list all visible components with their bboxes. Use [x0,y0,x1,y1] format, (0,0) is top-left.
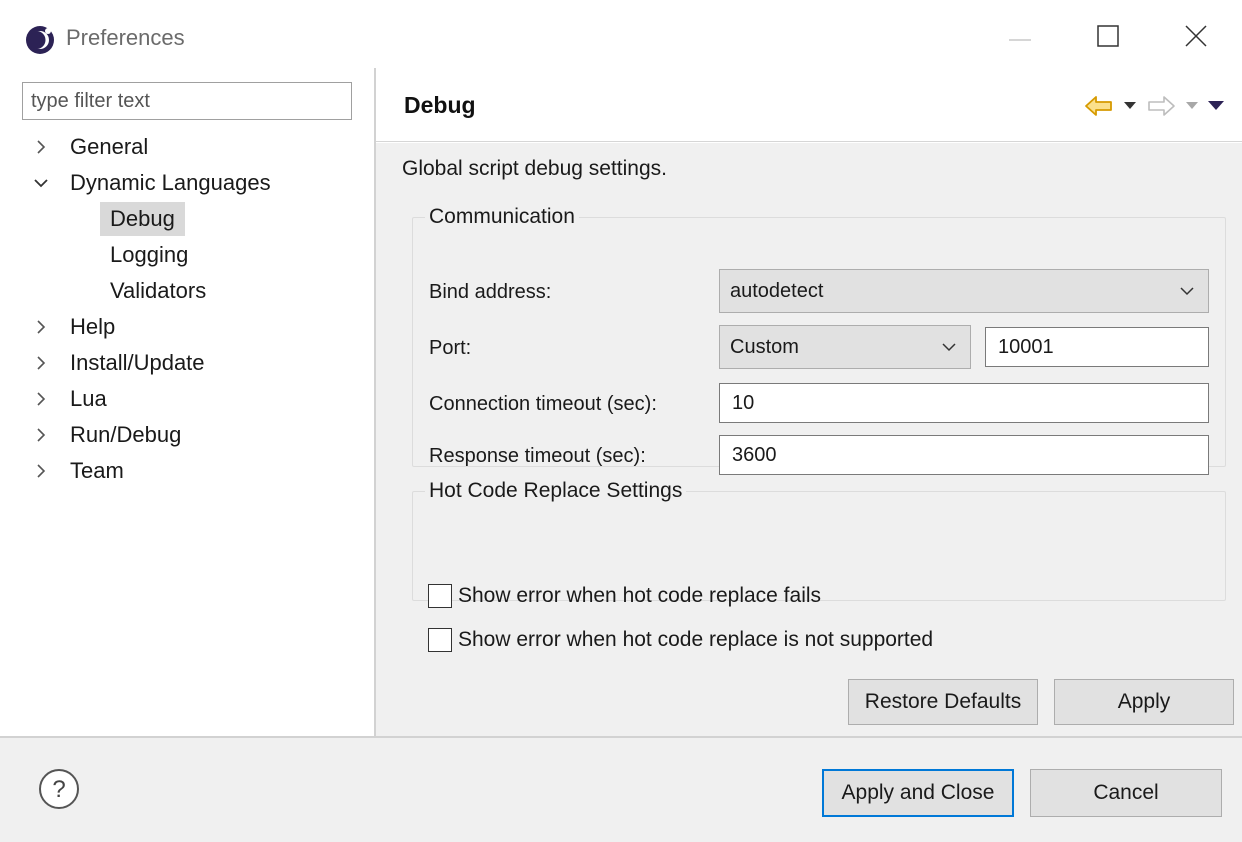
show-error-fails-option[interactable]: Show error when hot code replace fails [428,581,821,611]
tree-item-label: Run/Debug [70,422,182,447]
bind-address-value: autodetect [730,279,824,302]
chevron-right-icon[interactable] [32,130,50,164]
communication-group: Communication Bind address: autodetect P… [412,205,1226,475]
chevron-right-icon[interactable] [32,310,50,344]
chevron-right-icon[interactable] [32,346,50,380]
chevron-right-icon[interactable] [32,382,50,416]
apply-button[interactable]: Apply [1054,679,1234,725]
filter-input[interactable] [22,82,352,120]
tree-item-general[interactable]: General [0,130,374,164]
chevron-down-icon [1178,282,1196,300]
dialog-footer: ? Apply and Close Cancel [0,738,1242,842]
response-timeout-field[interactable]: 3600 [719,435,1209,475]
page-title: Debug [404,92,476,118]
chevron-right-icon[interactable] [32,418,50,452]
tree-item-help[interactable]: Help [0,310,374,344]
chevron-down-icon[interactable] [32,166,50,200]
port-mode-select[interactable]: Custom [719,325,971,369]
tree-item-label: Install/Update [70,350,205,375]
tree-item-label: Logging [110,242,189,267]
apply-and-close-button[interactable]: Apply and Close [822,769,1014,817]
dropdown-icon[interactable] [1124,102,1136,110]
page-body: Global script debug settings. Communicat… [376,143,1242,736]
chevron-right-icon[interactable] [32,454,50,488]
preference-page: Debug Global script debug settings. Comm… [376,68,1242,736]
maximize-icon [1097,24,1119,52]
port-value: 10001 [998,335,1054,358]
maximize-button[interactable] [1078,18,1138,58]
bind-address-label: Bind address: [429,281,552,303]
response-timeout-label: Response timeout (sec): [429,445,646,467]
minimize-icon [1009,29,1031,47]
response-timeout-value: 3600 [732,443,777,466]
show-error-unsupported-option[interactable]: Show error when hot code replace is not … [428,625,933,655]
show-error-fails-checkbox[interactable] [428,584,452,608]
forward-arrow-icon[interactable] [1146,95,1176,117]
show-error-fails-label: Show error when hot code replace fails [458,584,822,607]
back-arrow-icon[interactable] [1084,95,1114,117]
close-icon [1184,24,1208,53]
page-navigation [1084,92,1224,120]
dropdown-icon[interactable] [1186,102,1198,110]
tree-item-team[interactable]: Team [0,454,374,488]
tree-item-install-update[interactable]: Install/Update [0,346,374,380]
port-mode-value: Custom [730,335,799,358]
show-error-unsupported-label: Show error when hot code replace is not … [458,628,934,651]
window-title: Preferences [66,25,185,50]
preferences-window: Preferences General [0,0,1242,842]
tree-item-label: Team [70,458,124,483]
eclipse-icon [24,24,56,56]
connection-timeout-field[interactable]: 10 [719,383,1209,423]
tree-item-label: Dynamic Languages [70,170,271,195]
tree-item-logging[interactable]: Logging [0,238,374,272]
tree-item-lua[interactable]: Lua [0,382,374,416]
tree-item-label: Lua [70,386,107,411]
port-field[interactable]: 10001 [985,327,1209,367]
tree-item-run-debug[interactable]: Run/Debug [0,418,374,452]
tree-item-label: Help [70,314,116,339]
page-header: Debug [376,68,1242,142]
connection-timeout-label: Connection timeout (sec): [429,393,657,415]
group-legend: Communication [429,205,575,228]
tree-item-label: General [70,134,149,159]
tree-item-dynamic-languages[interactable]: Dynamic Languages [0,166,374,200]
title-bar: Preferences [0,0,1242,72]
close-button[interactable] [1166,18,1226,58]
tree-item-label: Validators [110,278,207,303]
page-description: Global script debug settings. [402,157,667,180]
connection-timeout-value: 10 [732,391,755,414]
port-label: Port: [429,337,472,359]
group-legend: Hot Code Replace Settings [429,479,683,502]
svg-text:?: ? [52,776,65,803]
sidebar: General Dynamic Languages Debug Logging … [0,68,374,736]
tree-item-validators[interactable]: Validators [0,274,374,308]
bind-address-select[interactable]: autodetect [719,269,1209,313]
tree-item-debug[interactable]: Debug [0,202,374,236]
tree-item-label: Debug [100,202,185,236]
minimize-button[interactable] [990,18,1050,58]
restore-defaults-button[interactable]: Restore Defaults [848,679,1038,725]
help-icon[interactable]: ? [38,768,80,810]
view-menu-icon[interactable] [1208,101,1224,111]
cancel-button[interactable]: Cancel [1030,769,1222,817]
chevron-down-icon [940,338,958,356]
show-error-unsupported-checkbox[interactable] [428,628,452,652]
